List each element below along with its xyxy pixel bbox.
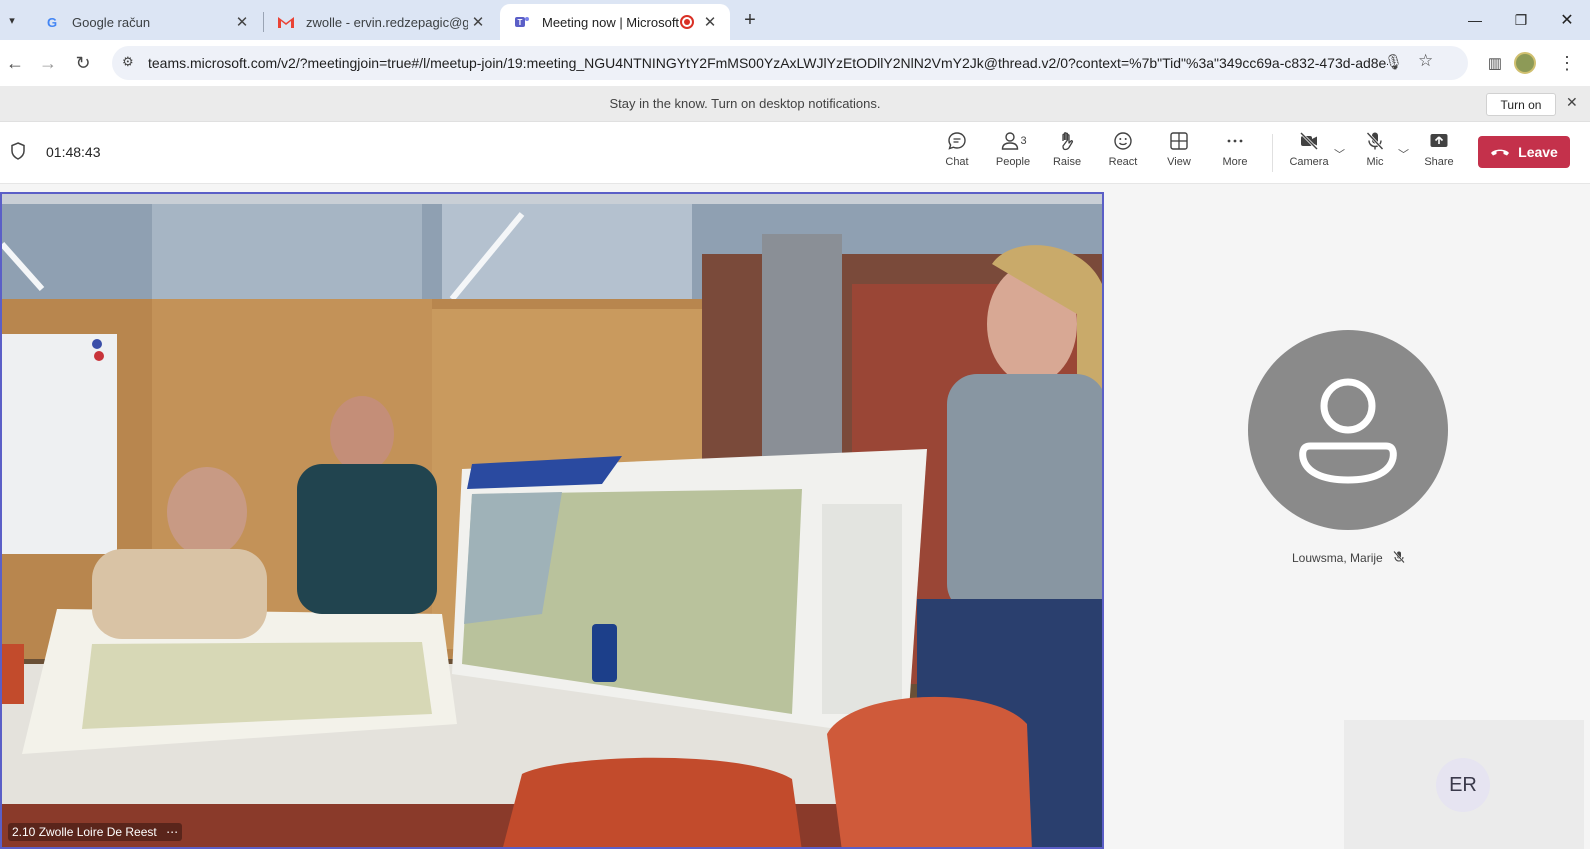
react-button[interactable]: React [1098, 130, 1148, 176]
shield-icon[interactable] [10, 142, 26, 165]
camera-options-chevron-icon[interactable]: ﹀ [1334, 146, 1345, 162]
mic-options-chevron-icon[interactable]: ﹀ [1398, 146, 1409, 162]
more-button[interactable]: More [1210, 130, 1260, 176]
raise-hand-button[interactable]: Raise [1042, 130, 1092, 176]
participant-avatar[interactable] [1248, 330, 1448, 530]
share-screen-icon [1430, 134, 1448, 147]
self-view-tile[interactable]: ER [1344, 720, 1584, 849]
side-panel-icon[interactable]: ▥ [1480, 48, 1510, 78]
toolbar-divider [1272, 134, 1273, 172]
raise-hand-icon [1062, 132, 1074, 151]
close-tab-icon[interactable]: ✕ [468, 13, 488, 31]
notification-text: Stay in the know. Turn on desktop notifi… [609, 96, 881, 111]
main-video-participant-label: 2.10 Zwolle Loire De Reest ⋯ [8, 823, 183, 841]
svg-text:T: T [518, 18, 523, 27]
teams-icon: T [514, 14, 530, 30]
share-button[interactable]: Share [1414, 130, 1464, 176]
google-icon: G [46, 14, 58, 30]
gmail-icon [278, 14, 294, 30]
participant-name-label: Louwsma, Marije [1292, 550, 1406, 565]
chat-button[interactable]: Chat [932, 130, 982, 176]
turn-on-notifications-button[interactable]: Turn on [1486, 93, 1556, 116]
self-avatar: ER [1436, 758, 1490, 812]
notification-bar: Stay in the know. Turn on desktop notifi… [0, 86, 1590, 122]
tab-teams-meeting[interactable]: T Meeting now | Microsoft Te ✕ [500, 4, 730, 40]
forward-icon[interactable]: → [33, 48, 63, 78]
smiley-icon [1114, 132, 1132, 150]
meeting-stage: 2.10 Zwolle Loire De Reest ⋯ Louwsma, Ma… [0, 184, 1590, 849]
person-icon [1299, 378, 1397, 484]
restore-icon[interactable]: ❐ [1498, 0, 1544, 40]
main-video-tile[interactable]: 2.10 Zwolle Loire De Reest ⋯ [0, 192, 1104, 849]
mic-button[interactable]: Mic [1350, 130, 1400, 176]
view-button[interactable]: View [1154, 130, 1204, 176]
mic-off-icon [1366, 132, 1384, 150]
muted-mic-icon [1393, 550, 1405, 564]
people-count: 3 [1020, 135, 1027, 147]
camera-button[interactable]: Camera [1284, 130, 1334, 176]
browser-menu-icon[interactable]: ⋮ [1552, 48, 1582, 78]
tab-gmail[interactable]: zwolle - ervin.redzepagic@gma ✕ [264, 4, 498, 40]
close-tab-icon[interactable]: ✕ [232, 13, 252, 31]
participant-more-icon[interactable]: ⋯ [166, 825, 178, 839]
chat-icon [948, 132, 966, 150]
hang-up-icon [1491, 149, 1510, 156]
close-window-icon[interactable]: ✕ [1544, 0, 1590, 40]
microphone-icon[interactable]: 🎙 [1384, 53, 1403, 71]
tab-search-icon[interactable]: ▾ [2, 10, 22, 30]
tab-google-account[interactable]: G Google račun ✕ [30, 4, 262, 40]
people-button[interactable]: 3 People [988, 130, 1038, 176]
more-icon [1227, 139, 1243, 143]
minimize-icon[interactable]: — [1452, 0, 1498, 40]
bookmark-star-icon[interactable]: ☆ [1418, 51, 1433, 71]
new-tab-icon[interactable]: + [738, 8, 762, 32]
video-feed-image [2, 194, 1102, 847]
close-notification-icon[interactable]: ✕ [1566, 94, 1578, 111]
leave-button[interactable]: Leave [1478, 136, 1570, 168]
back-icon[interactable]: ← [0, 48, 30, 78]
browser-tab-strip: ▾ G Google račun ✕ zwolle - ervin.redzep… [0, 0, 1590, 40]
grid-view-icon [1170, 132, 1188, 150]
reload-icon[interactable]: ↻ [68, 48, 98, 78]
site-settings-icon[interactable]: ⚙ [122, 54, 134, 70]
omnibox[interactable]: ⚙ teams.microsoft.com/v2/?meetingjoin=tr… [112, 46, 1468, 80]
address-bar-row: ← → ↻ ⚙ teams.microsoft.com/v2/?meetingj… [0, 40, 1590, 86]
url-text[interactable]: teams.microsoft.com/v2/?meetingjoin=true… [148, 55, 1388, 71]
meeting-timer: 01:48:43 [46, 144, 101, 160]
people-icon [1002, 132, 1019, 150]
meeting-toolbar: 01:48:43 Chat 3 People Raise React View … [0, 122, 1590, 184]
profile-avatar[interactable] [1514, 52, 1536, 74]
camera-off-icon [1300, 132, 1318, 150]
recording-icon [680, 15, 694, 29]
close-tab-icon[interactable]: ✕ [700, 13, 720, 31]
